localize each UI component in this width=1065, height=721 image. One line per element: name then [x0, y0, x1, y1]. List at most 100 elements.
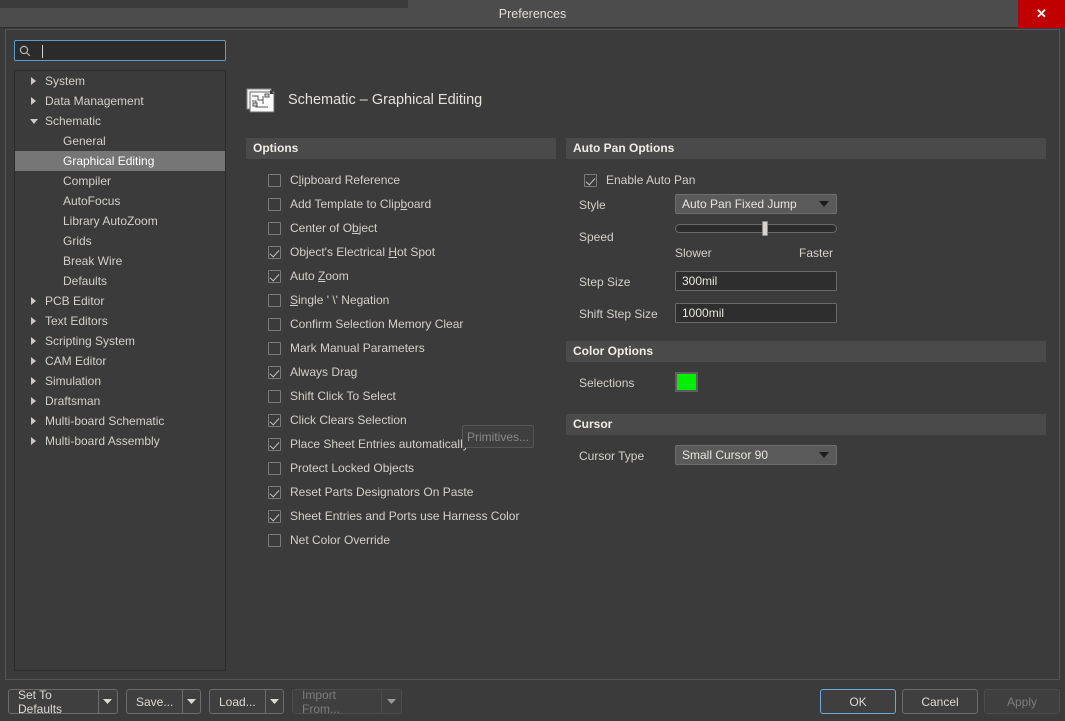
preferences-tree[interactable]: System Data Management Schematic General Gra… — [14, 70, 226, 671]
color-options-section: Color Options — [566, 341, 1046, 362]
sidebar-item-label: Draftsman — [45, 394, 101, 408]
sidebar-item-grids[interactable]: Grids — [15, 231, 225, 251]
sidebar-item-system[interactable]: System — [15, 71, 225, 91]
selections-color-swatch[interactable] — [675, 372, 698, 392]
sidebar-item-data-management[interactable]: Data Management — [15, 91, 225, 111]
option-checkbox-object-s-electrical-hot-spot[interactable]: Object's Electrical Hot Spot — [268, 240, 556, 264]
chevron-right-icon[interactable] — [29, 411, 39, 431]
sidebar-item-scripting-system[interactable]: Scripting System — [15, 331, 225, 351]
chevron-right-icon[interactable] — [29, 311, 39, 331]
option-checkbox-protect-locked-objects[interactable]: Protect Locked Objects — [268, 456, 556, 480]
chevron-right-icon[interactable] — [29, 331, 39, 351]
speed-slider-track[interactable] — [675, 221, 837, 236]
option-checkbox-label: Mark Manual Parameters — [290, 341, 425, 355]
sidebar-item-text-editors[interactable]: Text Editors — [15, 311, 225, 331]
checkbox-box — [268, 389, 281, 403]
cursor-type-dropdown[interactable]: Small Cursor 90 — [675, 445, 837, 465]
sidebar-item-label: Defaults — [63, 274, 108, 288]
option-checkbox-label: Sheet Entries and Ports use Harness Colo… — [290, 509, 520, 523]
chevron-down-icon[interactable] — [99, 690, 117, 713]
window-title: Preferences — [498, 7, 567, 21]
close-icon[interactable]: ✕ — [1018, 0, 1065, 28]
step-size-input[interactable]: 300mil — [675, 271, 837, 291]
chevron-down-icon — [819, 446, 829, 464]
sidebar-item-simulation[interactable]: Simulation — [15, 371, 225, 391]
load-split-button[interactable]: Load... — [209, 689, 284, 714]
chevron-right-icon[interactable] — [29, 291, 39, 311]
option-checkbox-reset-parts-designators-on-paste[interactable]: Reset Parts Designators On Paste — [268, 480, 556, 504]
import-from-split-button: Import From... — [292, 689, 402, 714]
option-checkbox-net-color-override[interactable]: Net Color Override — [268, 528, 556, 552]
sidebar-item-general[interactable]: General — [15, 131, 225, 151]
sidebar-item-schematic[interactable]: Schematic — [15, 111, 225, 131]
set-to-defaults-split-button[interactable]: Set To Defaults — [8, 689, 118, 714]
option-checkbox-auto-zoom[interactable]: Auto Zoom — [268, 264, 556, 288]
checkbox-box — [268, 485, 281, 499]
set-to-defaults-button[interactable]: Set To Defaults — [9, 690, 99, 713]
chevron-down-icon[interactable] — [183, 690, 200, 713]
option-checkbox-add-template-to-clipboard[interactable]: Add Template to Clipboard — [268, 192, 556, 216]
save-button[interactable]: Save... — [127, 690, 184, 713]
option-checkbox-sheet-entries-and-ports-use-harness-color[interactable]: Sheet Entries and Ports use Harness Colo… — [268, 504, 556, 528]
search-box[interactable] — [14, 40, 226, 61]
sidebar-item-label: Break Wire — [63, 254, 123, 268]
sidebar-item-library-autozoom[interactable]: Library AutoZoom — [15, 211, 225, 231]
sidebar-item-label: AutoFocus — [63, 194, 121, 208]
chevron-right-icon[interactable] — [29, 91, 39, 111]
sidebar-item-cam-editor[interactable]: CAM Editor — [15, 351, 225, 371]
enable-auto-pan-label: Enable Auto Pan — [606, 173, 696, 187]
footer-bar: Set To Defaults Save... Load... Import F… — [0, 681, 1065, 721]
sidebar-item-label: Multi-board Schematic — [45, 414, 165, 428]
shift-step-size-value: 1000mil — [682, 306, 725, 320]
sidebar-item-compiler[interactable]: Compiler — [15, 171, 225, 191]
sidebar-item-break-wire[interactable]: Break Wire — [15, 251, 225, 271]
chevron-down-icon — [819, 195, 829, 213]
chevron-right-icon[interactable] — [29, 71, 39, 91]
checkbox-box — [268, 461, 281, 475]
option-checkbox-always-drag[interactable]: Always Drag — [268, 360, 556, 384]
step-size-value: 300mil — [682, 274, 718, 288]
sidebar-item-graphical-editing[interactable]: Graphical Editing — [15, 151, 225, 171]
chevron-down-icon[interactable] — [266, 690, 283, 713]
option-checkbox-label: Single ' \' Negation — [290, 293, 390, 307]
shift-step-size-input[interactable]: 1000mil — [675, 303, 837, 323]
option-checkbox-label: Confirm Selection Memory Clear — [290, 317, 464, 331]
cursor-type-label: Cursor Type — [579, 449, 645, 463]
option-checkbox-shift-click-to-select[interactable]: Shift Click To Select — [268, 384, 556, 408]
option-checkbox-label: Center of Object — [290, 221, 378, 235]
speed-max-label: Faster — [799, 246, 834, 260]
primitives-button[interactable]: Primitives... — [462, 425, 534, 448]
sidebar-item-pcb-editor[interactable]: PCB Editor — [15, 291, 225, 311]
sidebar-item-multi-board-schematic[interactable]: Multi-board Schematic — [15, 411, 225, 431]
option-checkbox-label: Net Color Override — [290, 533, 391, 547]
sidebar-item-label: System — [45, 74, 86, 88]
sidebar-item-draftsman[interactable]: Draftsman — [15, 391, 225, 411]
chevron-right-icon[interactable] — [29, 391, 39, 411]
chevron-right-icon[interactable] — [29, 371, 39, 391]
chevron-down-icon[interactable] — [29, 111, 39, 131]
cursor-section-header: Cursor — [566, 414, 1046, 435]
chevron-right-icon[interactable] — [29, 431, 39, 451]
chevron-right-icon[interactable] — [29, 351, 39, 371]
sidebar-item-label: Grids — [63, 234, 92, 248]
sidebar-item-autofocus[interactable]: AutoFocus — [15, 191, 225, 211]
option-checkbox-center-of-object[interactable]: Center of Object — [268, 216, 556, 240]
checkbox-box — [268, 509, 281, 523]
save-split-button[interactable]: Save... — [126, 689, 201, 714]
speed-slider-thumb[interactable] — [762, 221, 768, 236]
style-label: Style — [579, 198, 606, 212]
style-dropdown[interactable]: Auto Pan Fixed Jump — [675, 194, 837, 214]
preferences-body: System Data Management Schematic General Gra… — [5, 29, 1060, 680]
option-checkbox-single-negation[interactable]: Single ' \' Negation — [268, 288, 556, 312]
search-input[interactable] — [35, 41, 225, 60]
cancel-button[interactable]: Cancel — [902, 689, 978, 714]
option-checkbox-clipboard-reference[interactable]: Clipboard Reference — [268, 168, 556, 192]
option-checkbox-confirm-selection-memory-clear[interactable]: Confirm Selection Memory Clear — [268, 312, 556, 336]
sidebar-item-defaults[interactable]: Defaults — [15, 271, 225, 291]
ok-button[interactable]: OK — [820, 689, 896, 714]
load-button[interactable]: Load... — [210, 690, 266, 713]
enable-auto-pan-checkbox[interactable]: Enable Auto Pan — [584, 168, 695, 192]
sidebar-item-multi-board-assembly[interactable]: Multi-board Assembly — [15, 431, 225, 451]
option-checkbox-label: Auto Zoom — [290, 269, 349, 283]
option-checkbox-mark-manual-parameters[interactable]: Mark Manual Parameters — [268, 336, 556, 360]
